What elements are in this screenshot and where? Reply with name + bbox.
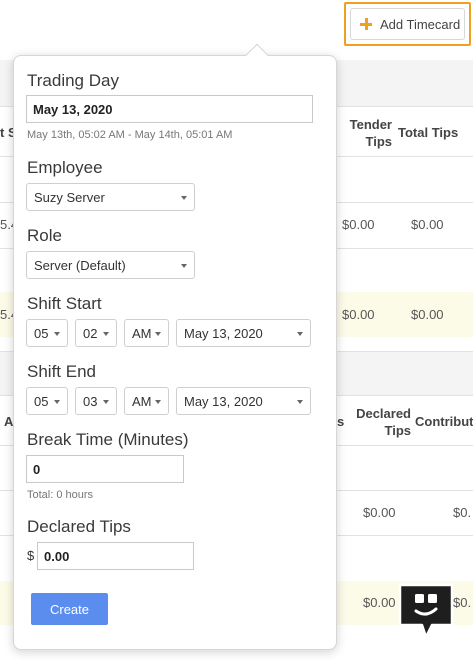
chevron-down-icon xyxy=(297,332,303,336)
column-header-truncated: s xyxy=(337,414,345,429)
shift-end-minute-select[interactable]: 03 xyxy=(75,387,117,415)
break-time-total-hint: Total: 0 hours xyxy=(27,489,94,501)
chevron-down-icon xyxy=(181,196,187,200)
cell-value: $0.00 xyxy=(342,307,375,322)
shift-end-ampm-value: AM xyxy=(132,393,152,409)
create-button-label: Create xyxy=(49,601,90,617)
chevron-down-icon xyxy=(155,332,161,336)
chevron-down-icon xyxy=(155,400,161,404)
chevron-down-icon xyxy=(181,264,187,268)
shift-end-ampm-select[interactable]: AM xyxy=(124,387,169,415)
shift-end-date-select[interactable]: May 13, 2020 xyxy=(176,387,311,415)
cell-value: $0.00 xyxy=(363,505,396,520)
break-time-label: Break Time (Minutes) xyxy=(27,430,189,449)
chevron-down-icon xyxy=(103,400,109,404)
cell-value: $0.00 xyxy=(411,307,444,322)
role-value: Server (Default) xyxy=(34,257,126,273)
chevron-down-icon xyxy=(54,332,60,336)
column-header-contribution: Contributi xyxy=(415,414,473,429)
shift-start-hour-select[interactable]: 05 xyxy=(26,319,68,347)
trading-day-range-hint: May 13th, 05:02 AM - May 14th, 05:01 AM xyxy=(27,129,233,141)
currency-symbol: $ xyxy=(27,548,35,563)
trading-day-label: Trading Day xyxy=(27,71,119,90)
break-time-input[interactable]: 0 xyxy=(26,455,184,483)
break-time-value: 0 xyxy=(33,461,41,477)
cell-value: $0.00 xyxy=(342,217,375,232)
shift-start-minute-value: 02 xyxy=(83,325,98,341)
employee-select[interactable]: Suzy Server xyxy=(26,183,195,211)
role-label: Role xyxy=(27,226,62,245)
add-timecard-popover: Trading Day May 13, 2020 May 13th, 05:02… xyxy=(13,43,337,650)
shift-start-ampm-value: AM xyxy=(132,325,152,341)
shift-start-date-value: May 13, 2020 xyxy=(184,325,263,341)
shift-start-hour-value: 05 xyxy=(34,325,49,341)
shift-start-label: Shift Start xyxy=(27,294,102,313)
add-timecard-button[interactable]: Add Timecard xyxy=(350,8,465,40)
add-timecard-label: Add Timecard xyxy=(380,16,461,32)
column-header-tender-tips: Tender Tips xyxy=(349,117,392,149)
column-header-total-tips: Total Tips xyxy=(398,125,459,140)
employee-value: Suzy Server xyxy=(34,189,105,205)
declared-tips-value: 0.00 xyxy=(44,548,70,564)
declared-tips-input[interactable]: 0.00 xyxy=(37,542,194,570)
shift-end-hour-select[interactable]: 05 xyxy=(26,387,68,415)
create-button[interactable]: Create xyxy=(31,593,108,625)
shift-start-minute-select[interactable]: 02 xyxy=(75,319,117,347)
cell-value: $0.00 xyxy=(363,595,396,610)
shift-start-date-select[interactable]: May 13, 2020 xyxy=(176,319,311,347)
declared-tips-label: Declared Tips xyxy=(27,517,131,536)
chevron-down-icon xyxy=(54,400,60,404)
chat-bot-icon[interactable] xyxy=(396,581,456,641)
shift-end-label: Shift End xyxy=(27,362,96,381)
shift-start-ampm-select[interactable]: AM xyxy=(124,319,169,347)
shift-end-hour-value: 05 xyxy=(34,393,49,409)
role-select[interactable]: Server (Default) xyxy=(26,251,195,279)
plus-icon xyxy=(360,18,372,30)
trading-day-input[interactable]: May 13, 2020 xyxy=(26,95,313,123)
add-timecard-highlight: Add Timecard xyxy=(344,2,471,46)
shift-end-date-value: May 13, 2020 xyxy=(184,393,263,409)
column-header-declared-tips: Declared Tips xyxy=(356,406,411,438)
chevron-down-icon xyxy=(103,332,109,336)
shift-end-minute-value: 03 xyxy=(83,393,98,409)
trading-day-value: May 13, 2020 xyxy=(33,101,113,117)
cell-value: $0.00 xyxy=(411,217,444,232)
column-header-truncated: A xyxy=(4,414,14,429)
employee-label: Employee xyxy=(27,158,103,177)
chevron-down-icon xyxy=(297,400,303,404)
cell-value: $0. xyxy=(453,505,472,520)
